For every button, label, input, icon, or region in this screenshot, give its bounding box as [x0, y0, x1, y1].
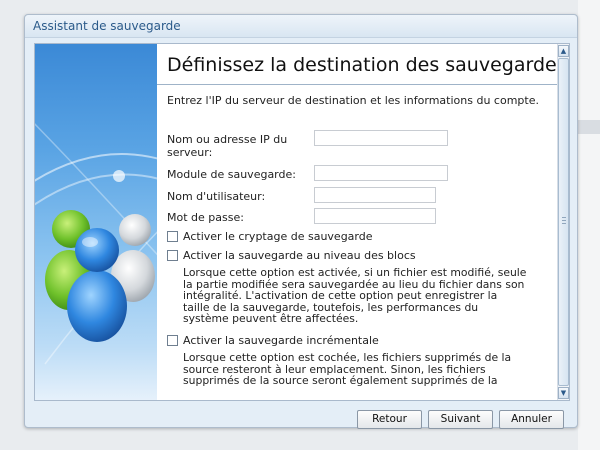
block-level-checkbox[interactable] — [167, 250, 178, 261]
incremental-description: Lorsque cette option est cochée, les fic… — [183, 351, 512, 387]
wizard-panel: Définissez la destination des sauvegarde… — [34, 43, 570, 401]
users-icon — [35, 123, 157, 365]
backup-module-input[interactable] — [314, 165, 448, 181]
username-label: Nom d'utilisateur: — [167, 190, 266, 203]
server-address-label: Nom ou adresse IP du serveur: — [167, 133, 288, 159]
password-input[interactable] — [314, 208, 436, 224]
chevron-down-icon[interactable]: ▼ — [558, 387, 569, 399]
window-title: Assistant de sauvegarde — [33, 19, 181, 33]
incremental-label: Activer la sauvegarde incrémentale — [183, 334, 379, 347]
grip-line — [562, 223, 566, 224]
chevron-up-icon[interactable]: ▲ — [558, 45, 569, 57]
desktop-element — [578, 120, 600, 134]
title-bar[interactable]: Assistant de sauvegarde — [25, 15, 577, 38]
title-divider — [157, 84, 557, 85]
back-button[interactable]: Retour — [357, 410, 422, 429]
block-level-label: Activer la sauvegarde au niveau des bloc… — [183, 249, 416, 262]
instructions-text: Entrez l'IP du serveur de destination et… — [167, 94, 539, 107]
grip-line — [562, 217, 566, 218]
page-title: Définissez la destination des sauvegarde… — [167, 54, 567, 76]
vertical-scrollbar[interactable]: ▲ ▼ — [557, 44, 569, 400]
backup-wizard-window: Assistant de sauvegarde Définissez la de… — [24, 14, 578, 429]
encryption-checkbox[interactable] — [167, 231, 178, 242]
username-input[interactable] — [314, 187, 436, 203]
scrollbar-thumb[interactable] — [558, 58, 569, 386]
backup-module-label: Module de sauvegarde: — [167, 168, 296, 181]
next-button[interactable]: Suivant — [428, 410, 493, 429]
password-label: Mot de passe: — [167, 211, 244, 224]
desktop-background — [578, 0, 600, 450]
wizard-content: Définissez la destination des sauvegarde… — [157, 44, 567, 400]
cancel-button[interactable]: Annuler — [499, 410, 564, 429]
encryption-label: Activer le cryptage de sauvegarde — [183, 230, 373, 243]
block-level-description: Lorsque cette option est activée, si un … — [183, 266, 527, 325]
wizard-banner-image — [35, 44, 157, 400]
grip-line — [562, 220, 566, 221]
server-address-input[interactable] — [314, 130, 448, 146]
incremental-checkbox[interactable] — [167, 335, 178, 346]
